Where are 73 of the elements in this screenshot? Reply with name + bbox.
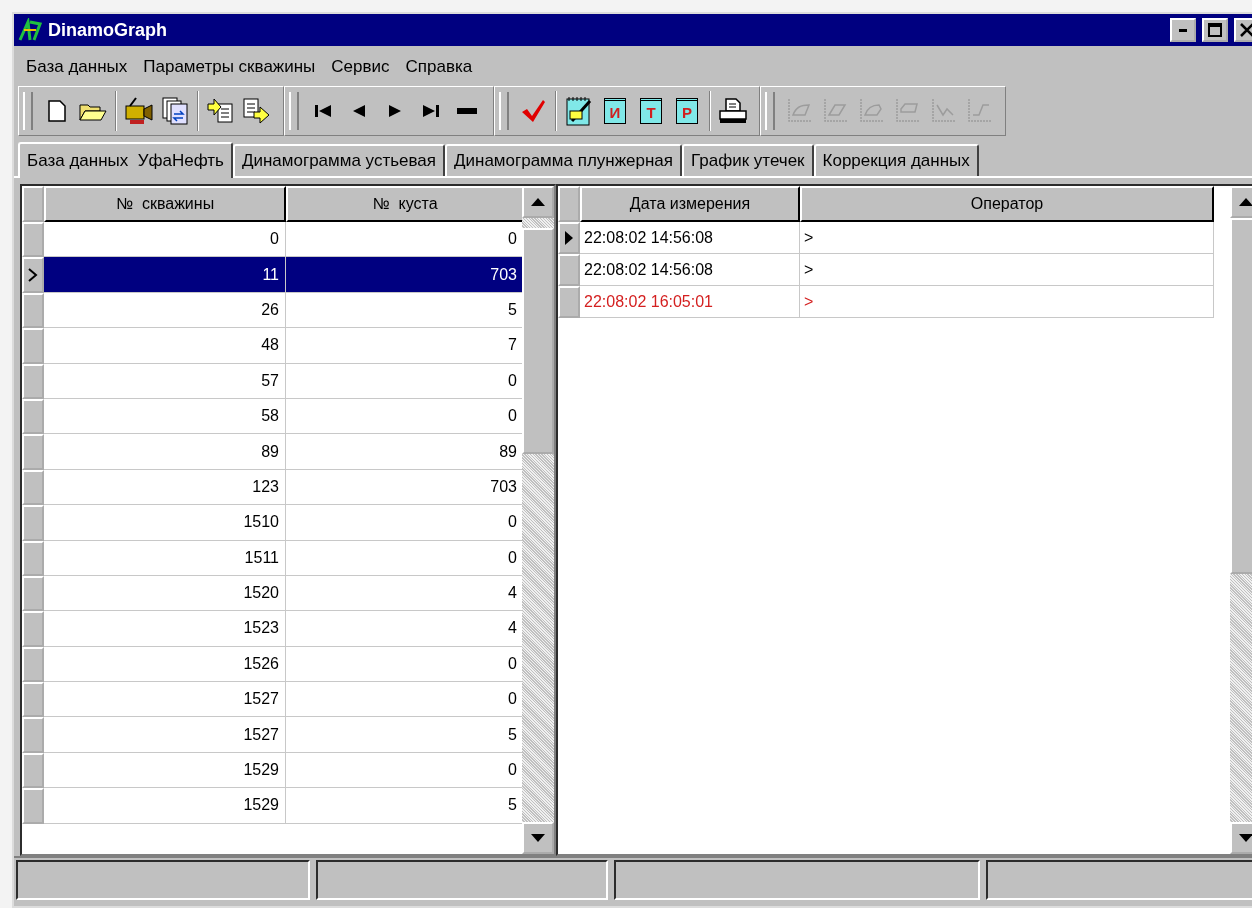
table-cell: 58 xyxy=(44,398,286,435)
toolbar-grip[interactable] xyxy=(765,92,775,130)
toolbar-grip[interactable] xyxy=(499,92,509,130)
next-record-icon[interactable] xyxy=(388,104,402,118)
table-cell: 22:08:02 16:05:01 xyxy=(580,286,800,318)
table-cell: 1510 xyxy=(44,505,286,541)
menu-item[interactable]: База данных xyxy=(18,57,136,77)
scroll-up-icon[interactable] xyxy=(1239,198,1252,206)
previous-record-icon[interactable] xyxy=(352,104,366,118)
tab[interactable]: Динамограмма устьевая xyxy=(232,144,445,176)
table-cell: 1529 xyxy=(44,788,286,824)
table-cell: 1527 xyxy=(44,717,286,753)
table-cell: 1520 xyxy=(44,575,286,612)
scroll-up-icon[interactable] xyxy=(531,198,545,206)
table-cell: 1523 xyxy=(44,611,286,647)
table-cell: 1526 xyxy=(44,646,286,683)
table-cell: 1527 xyxy=(44,682,286,718)
toolbar-grip[interactable] xyxy=(23,92,33,130)
notepad-letter-icon[interactable]: Т xyxy=(640,98,662,124)
export-icon[interactable] xyxy=(242,96,272,126)
folder-icon[interactable] xyxy=(79,101,107,121)
scrollbar[interactable] xyxy=(522,186,554,854)
table-cell: 26 xyxy=(44,292,286,329)
menu-item[interactable]: Сервис xyxy=(323,57,398,77)
scroll-down-icon[interactable] xyxy=(1239,834,1252,842)
first-record-icon[interactable] xyxy=(314,104,332,118)
import-icon[interactable] xyxy=(206,96,236,126)
row-indicator[interactable] xyxy=(558,222,580,254)
tab[interactable]: График утечек xyxy=(682,144,814,176)
table-cell: 11 xyxy=(44,257,286,293)
notepad-letter-icon[interactable]: И xyxy=(604,98,626,124)
column-header[interactable]: № куста xyxy=(286,186,524,222)
notepad-pen-icon[interactable] xyxy=(564,95,594,127)
table-cell: 48 xyxy=(44,328,286,364)
table-cell: > xyxy=(800,286,1214,318)
table-cell: > xyxy=(800,222,1214,254)
printer-icon[interactable] xyxy=(718,97,748,125)
column-header[interactable]: Оператор xyxy=(800,186,1214,222)
last-record-icon[interactable] xyxy=(422,104,440,118)
close-icon xyxy=(1240,23,1252,37)
row-pointer-icon xyxy=(28,268,38,283)
notepad-letter-icon[interactable]: Р xyxy=(676,98,698,124)
table-cell: > xyxy=(800,254,1214,286)
scroll-down-icon[interactable] xyxy=(531,834,545,842)
table-cell: 703 xyxy=(286,257,524,293)
app-logo-icon xyxy=(18,18,42,42)
copy-icon[interactable] xyxy=(161,96,189,126)
minimize-icon xyxy=(1179,28,1187,32)
table-cell: 0 xyxy=(44,222,286,258)
camera-icon[interactable] xyxy=(124,96,154,126)
maximize-button[interactable] xyxy=(1202,18,1228,42)
table-cell: 1529 xyxy=(44,752,286,789)
menu-item[interactable]: Справка xyxy=(397,57,481,77)
table-cell: 89 xyxy=(44,434,286,470)
window-title: DinamoGraph xyxy=(48,19,168,41)
tab[interactable]: Динамограмма плунжерная xyxy=(445,144,682,176)
row-indicator[interactable] xyxy=(22,257,44,293)
maximize-icon xyxy=(1208,23,1222,37)
table-cell: 123 xyxy=(44,469,286,506)
minimize-button[interactable] xyxy=(1170,18,1196,42)
toolbar-grip[interactable] xyxy=(289,92,299,130)
new-document-icon[interactable] xyxy=(48,100,66,122)
menu-item[interactable]: Параметры скважины xyxy=(135,57,324,77)
checkmark-icon[interactable] xyxy=(520,98,546,124)
table-cell: 22:08:02 14:56:08 xyxy=(580,222,800,254)
table-cell: 57 xyxy=(44,363,286,399)
table-cell: 1511 xyxy=(44,540,286,576)
table-cell: 22:08:02 14:56:08 xyxy=(580,254,800,286)
column-header[interactable]: Дата измерения xyxy=(580,186,800,222)
tab[interactable]: База данных УфаНефть xyxy=(18,142,233,178)
column-header[interactable]: № скважины xyxy=(44,186,286,222)
tab[interactable]: Коррекция данных xyxy=(813,144,979,176)
row-pointer-icon xyxy=(564,230,574,246)
